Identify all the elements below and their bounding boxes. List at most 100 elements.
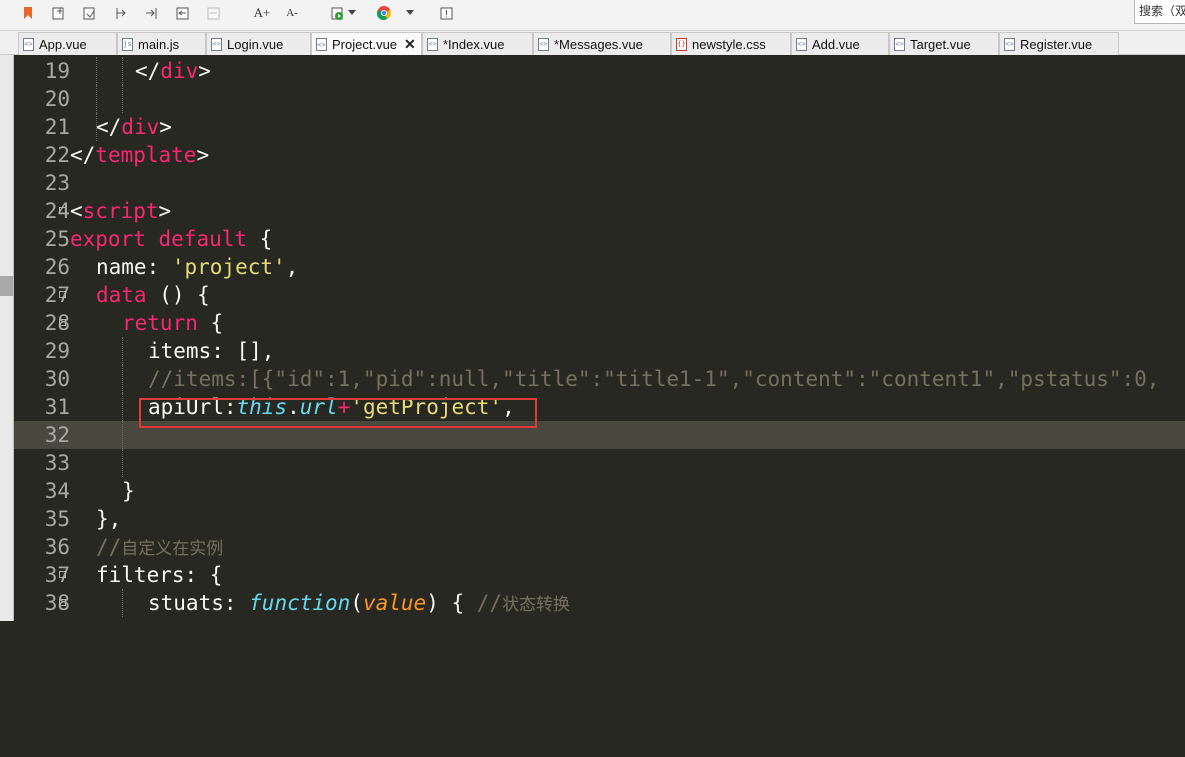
toolbar: A+ A- 搜索（双 (0, 0, 1185, 31)
code-token: { (247, 227, 273, 251)
fold-toggle-icon[interactable] (59, 291, 66, 298)
vue-file-icon: <> (538, 37, 549, 51)
tab-strip: <> App.vue js main.js <> Login.vue <> Pr… (0, 31, 1185, 56)
tab-login-vue[interactable]: <> Login.vue (206, 32, 311, 55)
code-token: export (70, 227, 146, 251)
dropdown-arrow-icon[interactable] (403, 6, 417, 20)
close-icon[interactable]: ✕ (404, 36, 416, 53)
code-token: } (122, 479, 135, 503)
tab-label: *Messages.vue (554, 36, 643, 52)
code-line[interactable]: 22 </template> (14, 141, 1185, 169)
code-token: > (198, 59, 211, 83)
line-number: 36 (44, 535, 70, 559)
annotation-highlight-box (139, 398, 537, 428)
vue-file-icon: <> (211, 37, 222, 51)
outdent-icon[interactable] (144, 6, 158, 20)
bookmark-icon[interactable] (21, 6, 35, 20)
tab-label: main.js (138, 36, 180, 52)
comment-icon[interactable] (175, 6, 189, 20)
code-line[interactable]: 36 //自定义在实例 (14, 533, 1185, 561)
fold-toggle-icon[interactable] (59, 207, 66, 214)
uncomment-icon[interactable] (206, 6, 220, 20)
tab-register-vue[interactable]: <> Register.vue (999, 32, 1119, 55)
line-number: 22 (44, 143, 70, 167)
dropdown-arrow-icon[interactable] (345, 6, 359, 20)
line-number: 23 (44, 171, 70, 195)
js-file-icon: js (122, 37, 133, 51)
code-token: > (196, 143, 210, 167)
tab-messages-vue[interactable]: <> *Messages.vue (533, 32, 671, 55)
code-line[interactable]: 35 }, (14, 505, 1185, 533)
code-token: () { (146, 283, 210, 307)
tab-app-vue[interactable]: <> App.vue (18, 32, 117, 55)
indent-icon[interactable] (114, 6, 128, 20)
code-line[interactable]: 33 (14, 449, 1185, 477)
code-token: name: (96, 255, 172, 279)
vue-file-icon: <> (796, 37, 807, 51)
left-gutter-scrollbar[interactable] (0, 55, 14, 621)
code-line[interactable]: 27 data () { (14, 281, 1185, 309)
code-token: return (122, 311, 198, 335)
fold-toggle-icon[interactable] (59, 571, 66, 578)
tab-index-vue[interactable]: <> *Index.vue (422, 32, 533, 55)
code-line[interactable]: 28 return { (14, 309, 1185, 337)
code-comment: // (476, 591, 503, 615)
vue-file-icon: <> (894, 37, 905, 51)
code-line[interactable]: 25 export default { (14, 225, 1185, 253)
code-token: </ (70, 143, 96, 167)
code-token: > (159, 115, 172, 139)
run-icon[interactable] (330, 6, 344, 20)
vue-file-icon: <> (316, 38, 327, 51)
code-editor[interactable]: 19 </div> 20 21 </div> 22 </template> 23… (0, 55, 1185, 621)
font-increase-icon[interactable]: A+ (253, 6, 271, 20)
tab-label: Register.vue (1020, 36, 1093, 52)
tab-label: Add.vue (812, 36, 860, 52)
new-file-icon[interactable] (51, 6, 65, 20)
code-token: div (160, 59, 199, 83)
code-token: stuats: (148, 591, 250, 615)
code-token: items: [], (148, 339, 275, 363)
code-line[interactable]: 21 </div> (14, 113, 1185, 141)
code-line[interactable]: 38 stuats: function(value) { //状态转换 (14, 589, 1185, 617)
code-line[interactable]: 26 name: 'project', (14, 253, 1185, 281)
code-token: value (362, 591, 427, 615)
line-number: 29 (44, 339, 70, 363)
code-line[interactable]: 19 </div> (14, 57, 1185, 85)
css-file-icon: {} (676, 37, 687, 51)
fold-toggle-icon[interactable] (59, 319, 66, 326)
save-icon[interactable] (82, 6, 96, 20)
code-token: </ (135, 59, 161, 83)
code-token: ( (350, 591, 363, 615)
tab-label: Login.vue (227, 36, 284, 52)
scrollbar-thumb[interactable] (0, 276, 13, 296)
code-token: { (197, 311, 224, 335)
code-line[interactable]: 24 <script> (14, 197, 1185, 225)
line-number: 20 (44, 87, 70, 111)
tab-target-vue[interactable]: <> Target.vue (889, 32, 999, 55)
browser-icon[interactable] (377, 6, 391, 20)
code-token: , (285, 255, 299, 279)
vue-file-icon: <> (1004, 37, 1015, 51)
tab-project-vue[interactable]: <> Project.vue ✕ (311, 32, 422, 56)
tab-newstyle-css[interactable]: {} newstyle.css (671, 32, 791, 55)
code-line[interactable]: 37 filters: { (14, 561, 1185, 589)
tab-add-vue[interactable]: <> Add.vue (791, 32, 889, 55)
tab-label: App.vue (39, 36, 87, 52)
vue-file-icon: <> (427, 37, 438, 51)
font-decrease-icon[interactable]: A- (283, 6, 301, 20)
tab-main-js[interactable]: js main.js (117, 32, 206, 55)
info-icon[interactable] (439, 6, 453, 20)
line-number: 35 (44, 507, 70, 531)
fold-toggle-icon[interactable] (59, 599, 66, 606)
code-token: function (249, 591, 351, 615)
code-line[interactable]: 29 items: [], (14, 337, 1185, 365)
search-input[interactable]: 搜索（双 (1134, 0, 1185, 24)
code-line[interactable]: 30 //items:[{"id":1,"pid":null,"title":"… (14, 365, 1185, 393)
code-line[interactable]: 23 (14, 169, 1185, 197)
line-number: 32 (44, 423, 70, 447)
code-token: </ (96, 115, 122, 139)
code-line[interactable]: 20 (14, 85, 1185, 113)
code-comment: // (96, 535, 122, 559)
line-number: 25 (44, 227, 70, 251)
code-line[interactable]: 34 } (14, 477, 1185, 505)
